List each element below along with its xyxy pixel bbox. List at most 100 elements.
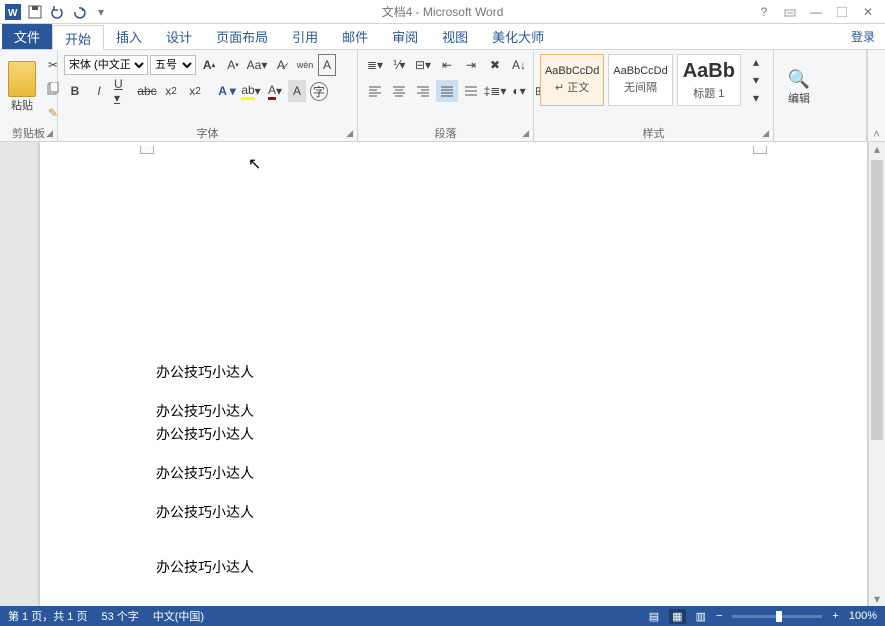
numbering-button[interactable]: ⅟▾: [388, 54, 410, 76]
font-color-button[interactable]: A ▾: [264, 80, 286, 102]
style-preview: AaBbCcDd: [613, 65, 667, 77]
word-app-icon[interactable]: W: [4, 3, 22, 21]
eraser-icon: A̷: [277, 58, 285, 72]
save-icon[interactable]: [26, 3, 44, 21]
shrink-font-button[interactable]: A▾: [222, 54, 244, 76]
zoom-out-button[interactable]: −: [716, 610, 722, 622]
font-family-select[interactable]: 宋体 (中文正: [64, 55, 148, 75]
styles-scroll-up-icon[interactable]: ▴: [745, 54, 767, 70]
redo-icon[interactable]: [70, 3, 88, 21]
phonetic-guide-button[interactable]: wén: [294, 54, 316, 76]
paste-button[interactable]: 粘贴: [6, 54, 38, 120]
tab-file[interactable]: 文件: [2, 24, 52, 49]
grow-font-button[interactable]: A▴: [198, 54, 220, 76]
text-effects-button[interactable]: A ▾: [216, 80, 238, 102]
styles-more-icon[interactable]: ▾: [745, 90, 767, 106]
group-editing: 🔍 编辑: [774, 50, 867, 141]
tab-design[interactable]: 设计: [154, 24, 204, 49]
tab-review[interactable]: 审阅: [380, 24, 430, 49]
font-size-select[interactable]: 五号: [150, 55, 196, 75]
zoom-in-button[interactable]: +: [832, 610, 838, 622]
status-words[interactable]: 53 个字: [101, 608, 138, 624]
superscript-button[interactable]: x2: [184, 80, 206, 102]
character-border-button[interactable]: A: [318, 54, 336, 76]
text-line: 办公技巧小达人: [156, 557, 254, 578]
sort-button[interactable]: A↓: [508, 54, 530, 76]
qat-customize-icon[interactable]: ▾: [92, 3, 110, 21]
paste-label: 粘贴: [11, 97, 33, 113]
tab-view[interactable]: 视图: [430, 24, 480, 49]
strikethrough-button[interactable]: abc: [136, 80, 158, 102]
maximize-icon[interactable]: [833, 3, 851, 21]
highlight-button[interactable]: ab▾: [240, 80, 262, 102]
paint-bucket-icon: ◐: [512, 84, 519, 98]
change-case-button[interactable]: Aa▾: [246, 54, 268, 76]
tab-layout[interactable]: 页面布局: [204, 24, 280, 49]
style-normal[interactable]: AaBbCcDd ↵ 正文: [540, 54, 604, 106]
ribbon-options-icon[interactable]: [781, 3, 799, 21]
login-link[interactable]: 登录: [841, 24, 885, 49]
numbering-icon: ⅟: [393, 58, 400, 72]
align-right-button[interactable]: [412, 80, 434, 102]
undo-icon[interactable]: [48, 3, 66, 21]
underline-button[interactable]: U ▾: [112, 80, 134, 102]
styles-launcher-icon[interactable]: ◢: [762, 128, 769, 139]
line-spacing-button[interactable]: ‡≣▾: [484, 80, 506, 102]
multilevel-button[interactable]: ⊟▾: [412, 54, 434, 76]
zoom-value[interactable]: 100%: [849, 610, 877, 622]
window-controls: ? — ✕: [747, 3, 885, 21]
style-nospacing[interactable]: AaBbCcDd 无间隔: [608, 54, 672, 106]
zoom-slider[interactable]: [732, 615, 822, 618]
enclose-char-button[interactable]: 字: [308, 80, 330, 102]
tab-beautify[interactable]: 美化大师: [480, 24, 556, 49]
view-web-icon[interactable]: ▥: [696, 610, 706, 623]
justify-button[interactable]: [436, 80, 458, 102]
status-language[interactable]: 中文(中国): [153, 608, 204, 624]
minimize-icon[interactable]: —: [807, 3, 825, 21]
tab-mailings[interactable]: 邮件: [330, 24, 380, 49]
tab-references[interactable]: 引用: [280, 24, 330, 49]
clear-formatting-button[interactable]: A̷: [270, 54, 292, 76]
subscript-button[interactable]: x2: [160, 80, 182, 102]
multilevel-icon: ⊟: [415, 58, 425, 72]
char-shading-button[interactable]: A: [288, 80, 306, 102]
asian-spacing-button[interactable]: ✖: [484, 54, 506, 76]
align-center-button[interactable]: [388, 80, 410, 102]
tab-home[interactable]: 开始: [52, 25, 104, 50]
decrease-indent-button[interactable]: ⇤: [436, 54, 458, 76]
status-page[interactable]: 第 1 页，共 1 页: [8, 608, 87, 624]
scroll-thumb[interactable]: [871, 160, 883, 440]
collapse-ribbon-icon[interactable]: ˄: [867, 50, 885, 141]
ribbon-tabs: 文件 开始 插入 设计 页面布局 引用 邮件 审阅 视图 美化大师 登录: [0, 24, 885, 50]
window-title: 文档4 - Microsoft Word: [382, 3, 504, 20]
find-button[interactable]: 🔍 编辑: [780, 54, 818, 120]
styles-scroll-down-icon[interactable]: ▾: [745, 72, 767, 88]
align-left-button[interactable]: [364, 80, 386, 102]
italic-button[interactable]: I: [88, 80, 110, 102]
shading-button[interactable]: ◐▾: [508, 80, 530, 102]
scroll-down-icon[interactable]: ▾: [869, 592, 885, 606]
page-content[interactable]: 办公技巧小达人 办公技巧小达人 办公技巧小达人 办公技巧小达人 办公技巧小达人 …: [156, 362, 254, 596]
close-icon[interactable]: ✕: [859, 3, 877, 21]
scroll-up-icon[interactable]: ▴: [869, 142, 885, 156]
text-line: 办公技巧小达人: [156, 463, 254, 484]
style-heading1[interactable]: AaBb 标题 1: [677, 54, 741, 106]
highlighter-icon: ab: [241, 83, 254, 100]
vertical-scrollbar[interactable]: ▴ ▾: [868, 142, 885, 606]
distribute-button[interactable]: [460, 80, 482, 102]
zoom-handle[interactable]: [776, 611, 782, 622]
font-launcher-icon[interactable]: ◢: [346, 128, 353, 139]
bullets-button[interactable]: ≣▾: [364, 54, 386, 76]
text-line: 办公技巧小达人: [156, 502, 254, 523]
title-bar: W ▾ 文档4 - Microsoft Word ? — ✕: [0, 0, 885, 24]
page[interactable]: 办公技巧小达人 办公技巧小达人 办公技巧小达人 办公技巧小达人 办公技巧小达人 …: [40, 142, 867, 606]
para-launcher-icon[interactable]: ◢: [522, 128, 529, 139]
view-read-icon[interactable]: ▤: [649, 610, 659, 623]
help-icon[interactable]: ?: [755, 3, 773, 21]
text-line: 办公技巧小达人: [156, 362, 254, 383]
increase-indent-button[interactable]: ⇥: [460, 54, 482, 76]
bold-button[interactable]: B: [64, 80, 86, 102]
tab-insert[interactable]: 插入: [104, 24, 154, 49]
view-print-icon[interactable]: ▦: [669, 609, 685, 624]
clipboard-launcher-icon[interactable]: ◢: [46, 128, 53, 139]
